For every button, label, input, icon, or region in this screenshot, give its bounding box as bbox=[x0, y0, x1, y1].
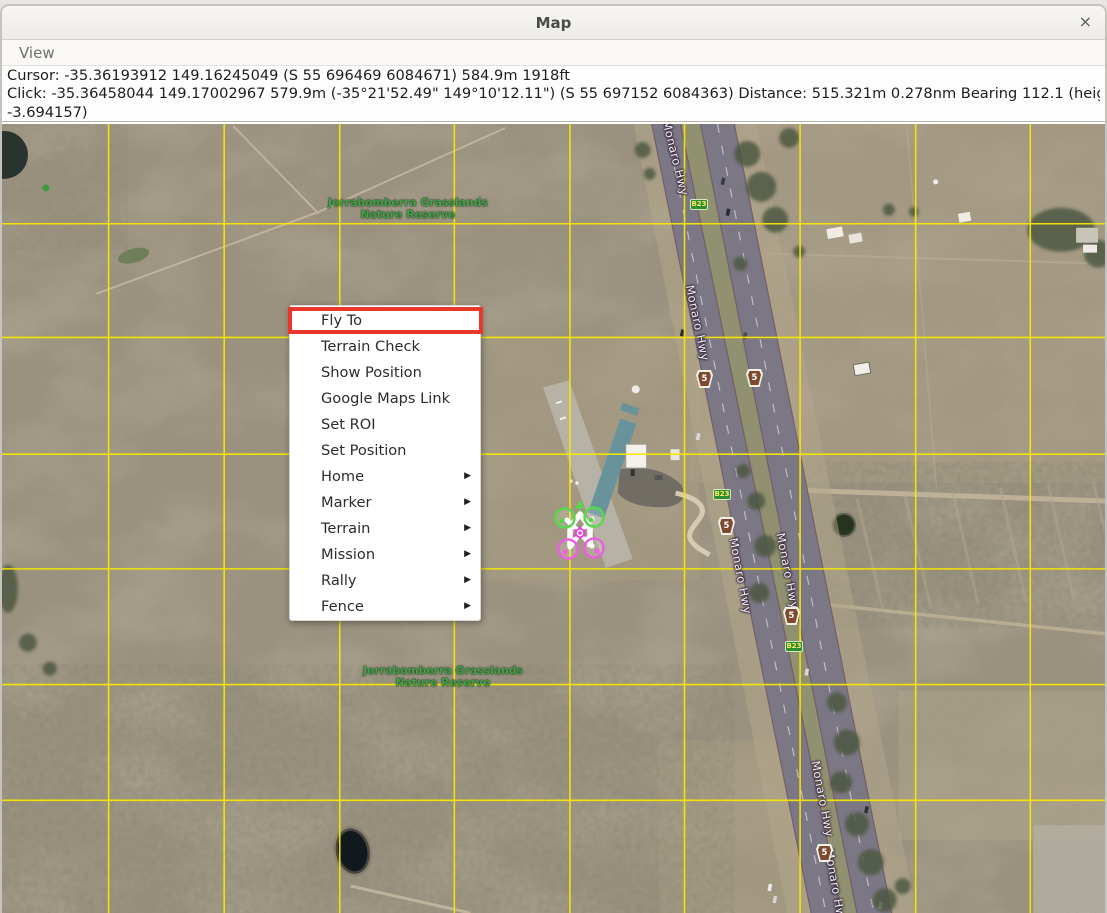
menu-item-fence[interactable]: Fence▶ bbox=[290, 593, 480, 619]
menu-item-marker[interactable]: Marker▶ bbox=[290, 489, 480, 515]
map-canvas[interactable]: Jerrabomberra Grasslands Nature Reserve … bbox=[2, 124, 1105, 913]
submenu-arrow-icon: ▶ bbox=[464, 523, 471, 533]
titlebar[interactable]: Map × bbox=[2, 6, 1105, 40]
drone-marker-icon[interactable] bbox=[550, 500, 610, 566]
menu-item-show-position[interactable]: Show Position bbox=[290, 359, 480, 385]
map-context-menu: Fly To Terrain Check Show Position Googl… bbox=[289, 305, 481, 621]
menubar: View bbox=[2, 40, 1105, 66]
submenu-arrow-icon: ▶ bbox=[464, 549, 471, 559]
menu-item-google-maps-link[interactable]: Google Maps Link bbox=[290, 385, 480, 411]
menu-item-fly-to[interactable]: Fly To bbox=[290, 307, 480, 333]
menu-item-terrain-check[interactable]: Terrain Check bbox=[290, 333, 480, 359]
menu-item-set-position[interactable]: Set Position bbox=[290, 437, 480, 463]
window-title: Map bbox=[536, 14, 572, 32]
menu-item-terrain[interactable]: Terrain▶ bbox=[290, 515, 480, 541]
menu-view[interactable]: View bbox=[13, 42, 61, 64]
map-window: Map × View Cursor: -35.36193912 149.1624… bbox=[0, 4, 1107, 913]
menu-item-mission[interactable]: Mission▶ bbox=[290, 541, 480, 567]
submenu-arrow-icon: ▶ bbox=[464, 471, 471, 481]
menu-item-rally[interactable]: Rally▶ bbox=[290, 567, 480, 593]
statusbar: Cursor: -35.36193912 149.16245049 (S 55 … bbox=[2, 66, 1105, 122]
submenu-arrow-icon: ▶ bbox=[464, 601, 471, 611]
submenu-arrow-icon: ▶ bbox=[464, 575, 471, 585]
menu-item-set-roi[interactable]: Set ROI bbox=[290, 411, 480, 437]
click-status-text: Click: -35.36458044 149.17002967 579.9m … bbox=[7, 85, 1100, 103]
close-icon[interactable]: × bbox=[1079, 13, 1092, 31]
menu-item-home[interactable]: Home▶ bbox=[290, 463, 480, 489]
submenu-arrow-icon: ▶ bbox=[464, 497, 471, 507]
click-status-text-wrap: -3.694157) bbox=[7, 104, 1100, 122]
cursor-status-text: Cursor: -35.36193912 149.16245049 (S 55 … bbox=[7, 67, 1100, 85]
